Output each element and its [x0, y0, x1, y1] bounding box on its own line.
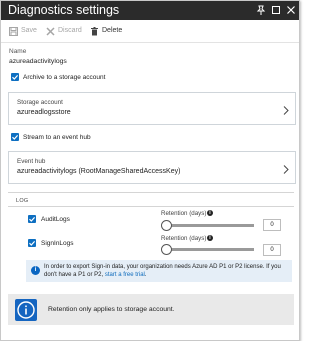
- info-icon[interactable]: i: [207, 210, 213, 216]
- log-section-heading: LOG: [16, 198, 29, 204]
- discard-icon: [46, 26, 55, 36]
- auditlogs-label: AuditLogs: [41, 216, 70, 223]
- maximize-icon[interactable]: [270, 4, 282, 16]
- archive-checkbox[interactable]: [11, 73, 19, 81]
- storage-value: azureadlogsstore: [17, 109, 71, 116]
- archive-label: Archive to a storage account: [23, 74, 106, 81]
- close-icon[interactable]: [285, 4, 297, 16]
- signinlogs-label: SignInLogs: [41, 240, 74, 247]
- notice-suffix: .: [144, 271, 147, 278]
- signinlogs-slider-thumb[interactable]: [161, 244, 172, 255]
- discard-button[interactable]: Discard: [46, 26, 82, 36]
- section-divider: [8, 192, 294, 193]
- chevron-right-icon: [283, 102, 289, 115]
- auditlogs-retention-input[interactable]: 0: [263, 219, 281, 231]
- auditlogs-retention-slider[interactable]: [166, 224, 254, 227]
- pin-icon[interactable]: [255, 4, 267, 16]
- footer-text: Retention only applies to storage accoun…: [48, 306, 175, 313]
- stream-checkbox[interactable]: [11, 133, 19, 141]
- signinlogs-retention-label: Retention (days): [161, 235, 207, 242]
- info-icon[interactable]: i: [207, 235, 213, 241]
- retention-footer: Retention only applies to storage accoun…: [8, 294, 294, 325]
- save-icon: [9, 26, 18, 36]
- event-hub-selector[interactable]: Event hub azureadactivitylogs (RootManag…: [8, 151, 296, 184]
- license-notice: i In order to export Sign-in data, your …: [26, 260, 292, 282]
- delete-label: Delete: [102, 27, 123, 34]
- storage-label: Storage account: [17, 99, 63, 106]
- log-header-divider: [8, 206, 294, 207]
- stream-label: Stream to an event hub: [23, 134, 91, 141]
- eventhub-label: Event hub: [17, 158, 46, 165]
- save-button[interactable]: Save: [9, 26, 37, 36]
- diagnostics-settings-blade: Diagnostics settings Save Discard Delete…: [0, 0, 300, 341]
- info-icon: [15, 299, 37, 321]
- signinlogs-checkbox[interactable]: [28, 239, 36, 247]
- auditlogs-slider-thumb[interactable]: [161, 220, 172, 231]
- notice-text-block: In order to export Sign-in data, your or…: [44, 264, 289, 279]
- free-trial-link[interactable]: start a free trial: [105, 272, 145, 278]
- auditlogs-retention-label: Retention (days): [161, 210, 207, 217]
- storage-account-selector[interactable]: Storage account azureadlogsstore: [8, 92, 296, 125]
- info-icon: i: [31, 266, 40, 275]
- auditlogs-checkbox[interactable]: [28, 215, 36, 223]
- discard-label: Discard: [58, 27, 82, 34]
- name-label: Name: [9, 48, 27, 55]
- delete-icon: [90, 26, 99, 36]
- signinlogs-retention-slider[interactable]: [166, 248, 254, 251]
- eventhub-value: azureadactivitylogs (RootManageSharedAcc…: [17, 168, 181, 175]
- delete-button[interactable]: Delete: [90, 26, 122, 36]
- save-label: Save: [21, 27, 37, 34]
- chevron-right-icon: [283, 161, 289, 174]
- signinlogs-retention-input[interactable]: 0: [263, 244, 281, 256]
- notice-text: In order to export Sign-in data, your or…: [44, 264, 281, 278]
- command-bar: Save Discard Delete: [1, 20, 299, 43]
- blade-title: Diagnostics settings: [8, 3, 120, 17]
- name-value: azureadactivitylogs: [9, 58, 67, 65]
- title-bar: Diagnostics settings: [1, 1, 299, 20]
